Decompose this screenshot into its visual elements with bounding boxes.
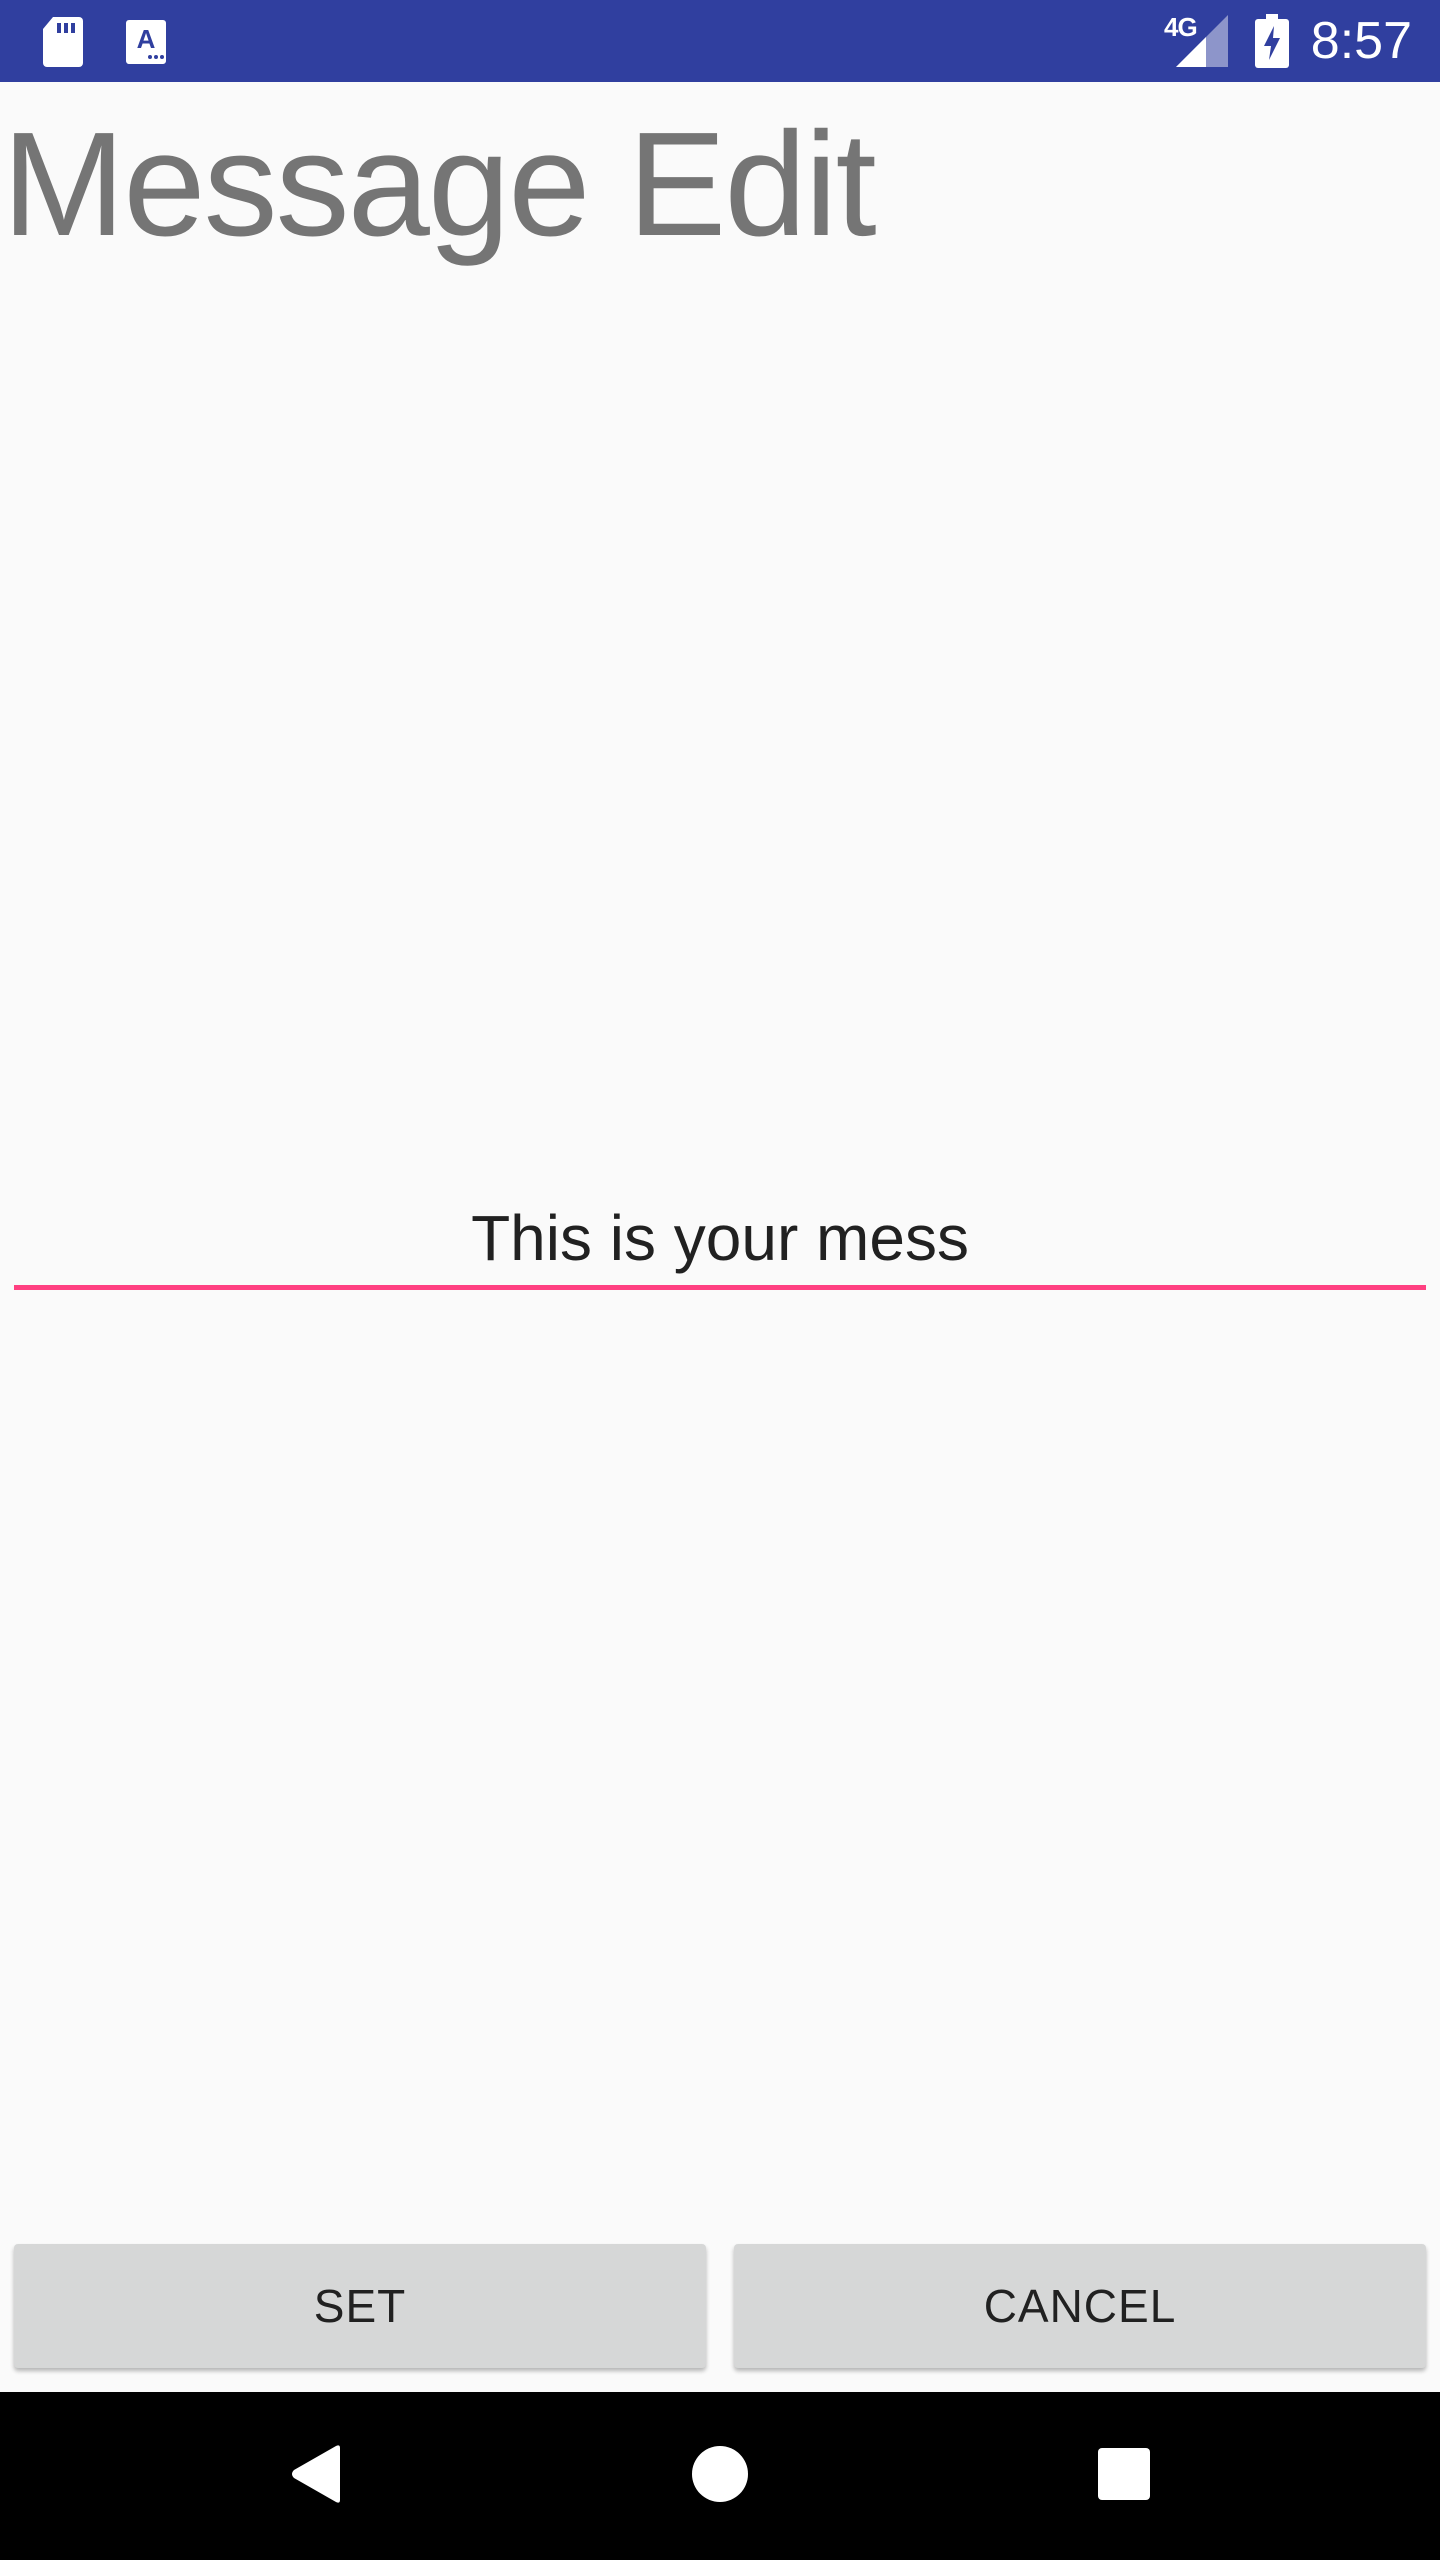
app-screen: A 4G 8:57 Message Edit SET CANCEL xyxy=(0,0,1440,2560)
status-bar: A 4G 8:57 xyxy=(0,0,1440,82)
back-icon xyxy=(288,2444,344,2509)
status-clock: 8:57 xyxy=(1310,12,1412,70)
keyboard-a-icon: A xyxy=(124,18,168,66)
home-button[interactable] xyxy=(620,2392,820,2560)
cancel-button[interactable]: CANCEL xyxy=(734,2244,1426,2368)
recents-icon xyxy=(1097,2447,1151,2506)
home-icon xyxy=(690,2444,750,2509)
battery-charging-icon xyxy=(1254,14,1290,68)
page-title: Message Edit xyxy=(2,102,877,267)
recents-button[interactable] xyxy=(1024,2392,1224,2560)
navigation-bar xyxy=(0,2392,1440,2560)
signal-icon xyxy=(1176,14,1228,68)
message-input[interactable] xyxy=(14,1190,1426,1290)
set-button[interactable]: SET xyxy=(14,2244,706,2368)
sd-card-icon xyxy=(40,16,86,68)
svg-text:A: A xyxy=(137,24,156,54)
back-button[interactable] xyxy=(216,2392,416,2560)
